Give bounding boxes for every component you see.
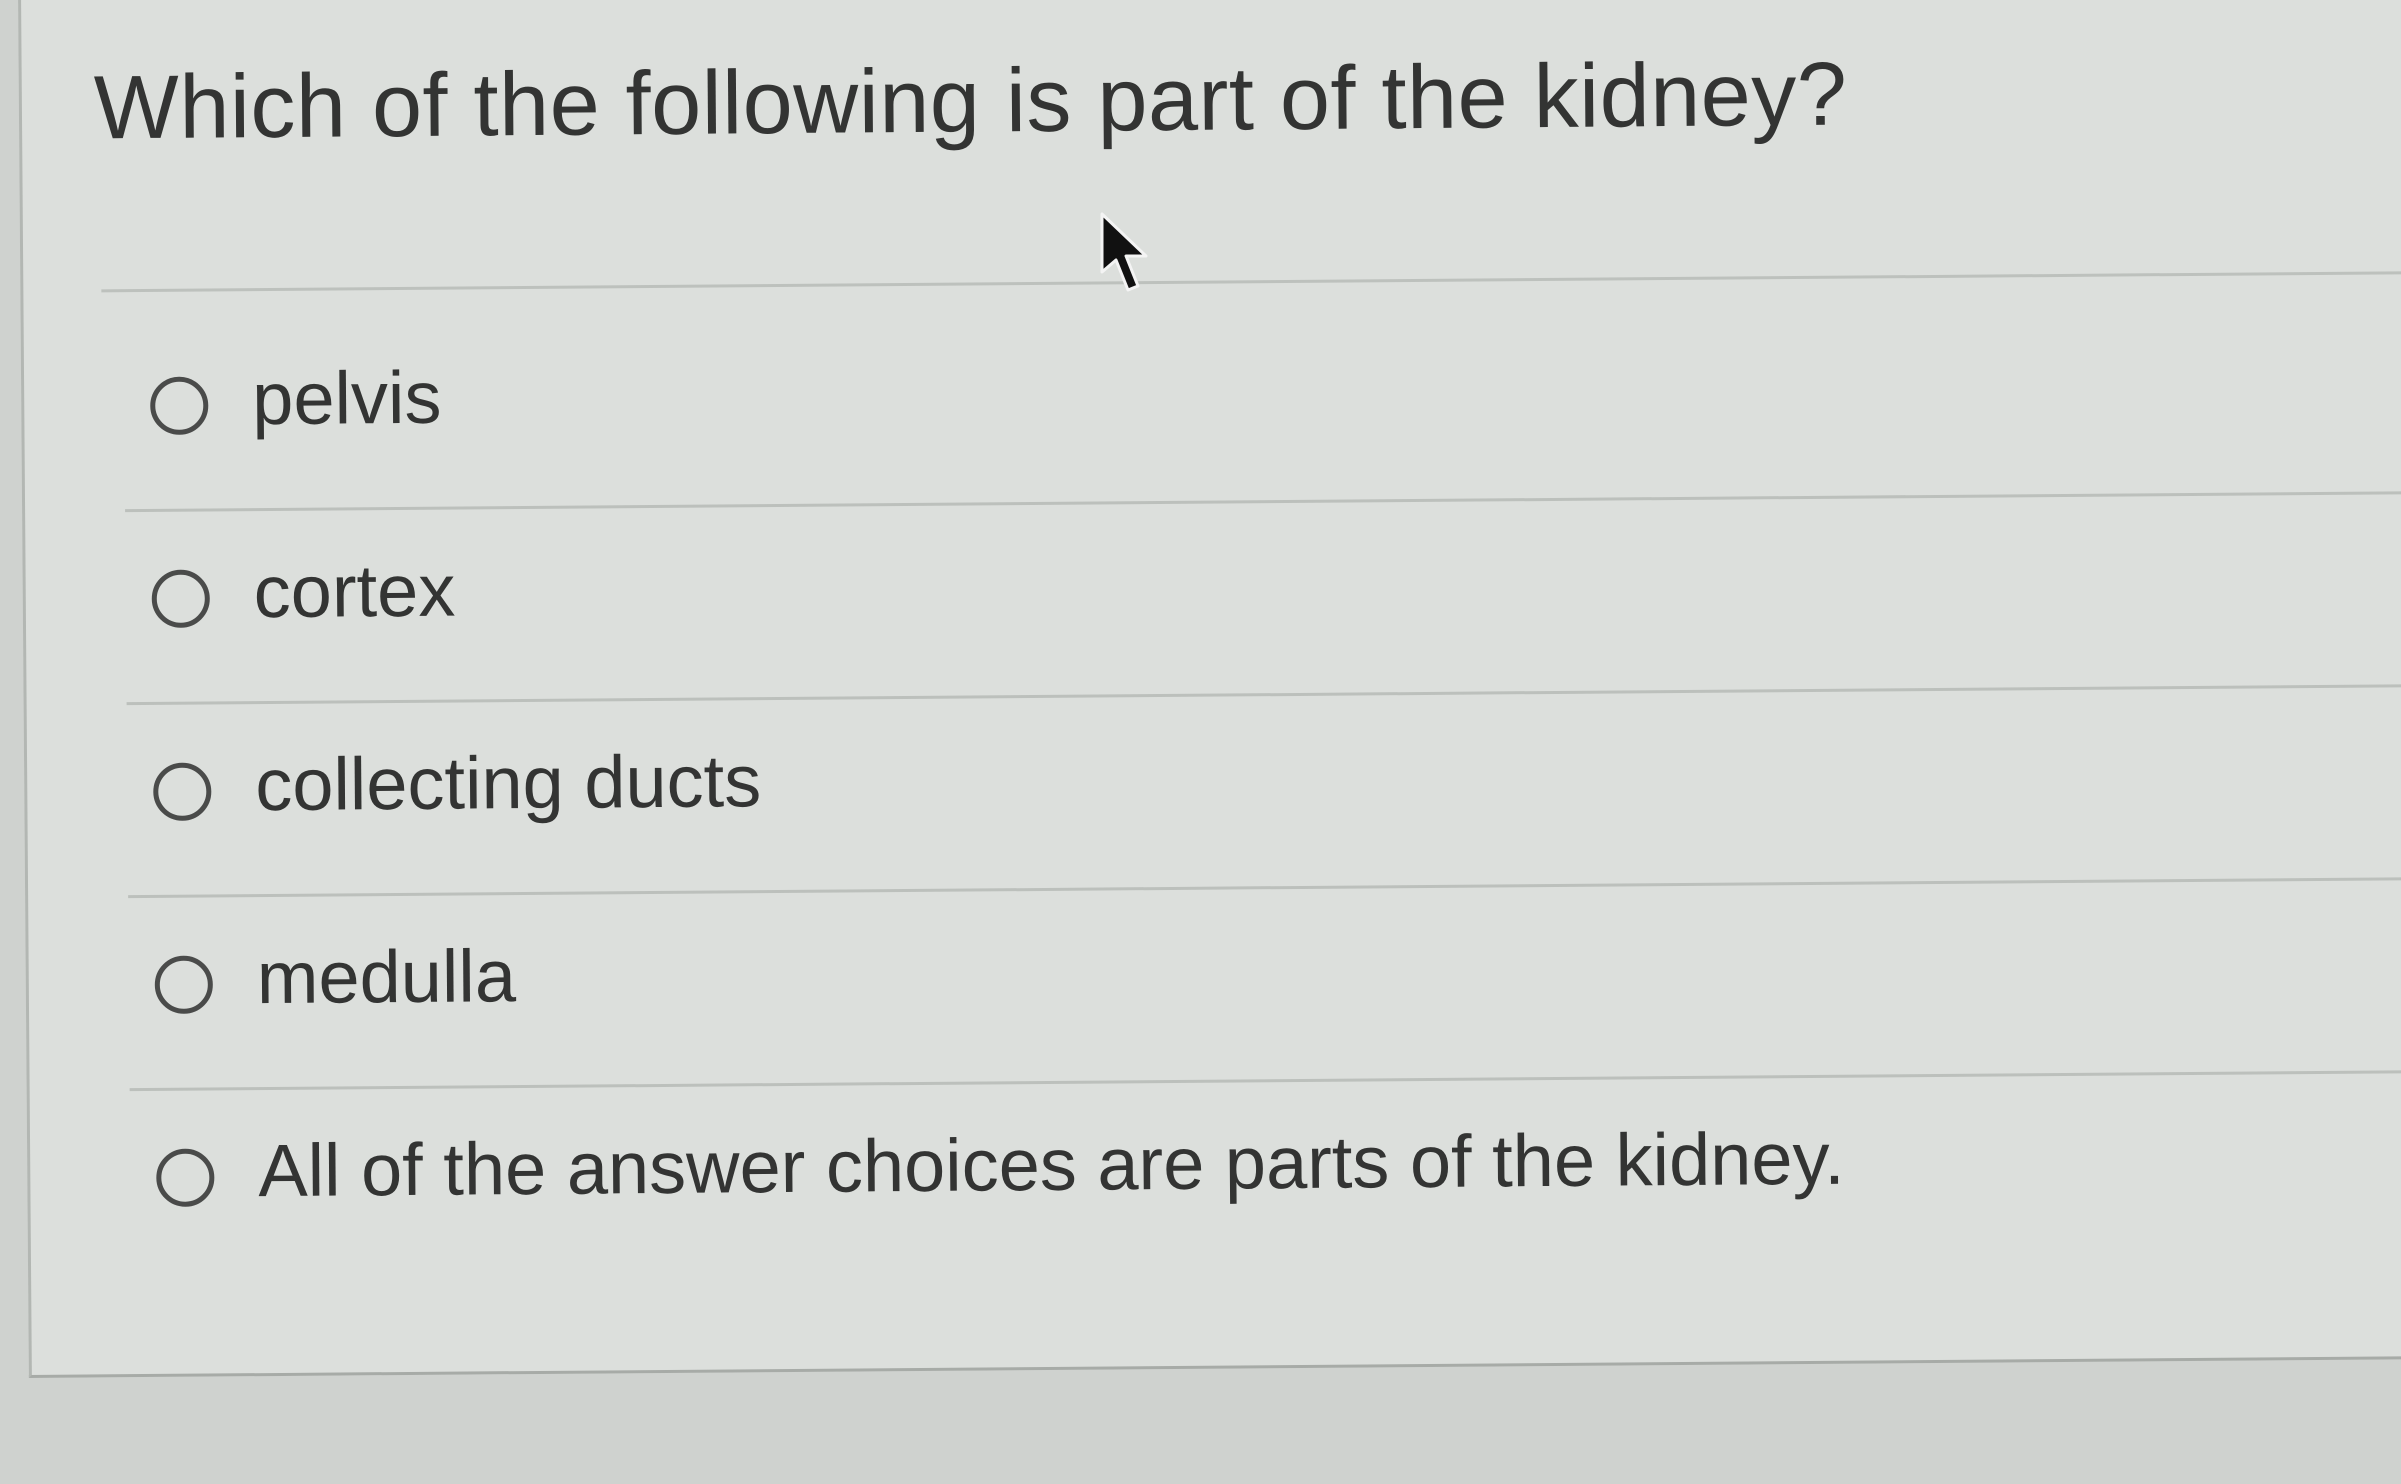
choice-label: All of the answer choices are parts of t… bbox=[257, 1116, 1845, 1213]
answer-choice-cortex[interactable]: cortex bbox=[125, 494, 2401, 706]
radio-button[interactable] bbox=[154, 955, 214, 1014]
question-panel: Which of the following is part of the ki… bbox=[18, 0, 2401, 1378]
radio-button[interactable] bbox=[156, 1148, 215, 1207]
choice-label: pelvis bbox=[251, 355, 442, 441]
mouse-pointer-icon bbox=[1100, 212, 1148, 292]
choice-label: collecting ducts bbox=[254, 739, 762, 827]
answer-choice-medulla[interactable]: medulla bbox=[128, 880, 2401, 1092]
radio-button[interactable] bbox=[151, 569, 211, 628]
radio-button[interactable] bbox=[150, 376, 209, 435]
answer-choice-all-of-the-above[interactable]: All of the answer choices are parts of t… bbox=[130, 1073, 2401, 1281]
choice-label: medulla bbox=[256, 934, 517, 1020]
answer-choice-pelvis[interactable]: pelvis bbox=[123, 301, 2401, 513]
choice-label: cortex bbox=[253, 548, 456, 634]
answer-choice-collecting-ducts[interactable]: collecting ducts bbox=[126, 687, 2401, 899]
question-divider bbox=[101, 271, 2401, 293]
question-text: Which of the following is part of the ki… bbox=[93, 44, 1848, 159]
radio-button[interactable] bbox=[153, 762, 212, 821]
